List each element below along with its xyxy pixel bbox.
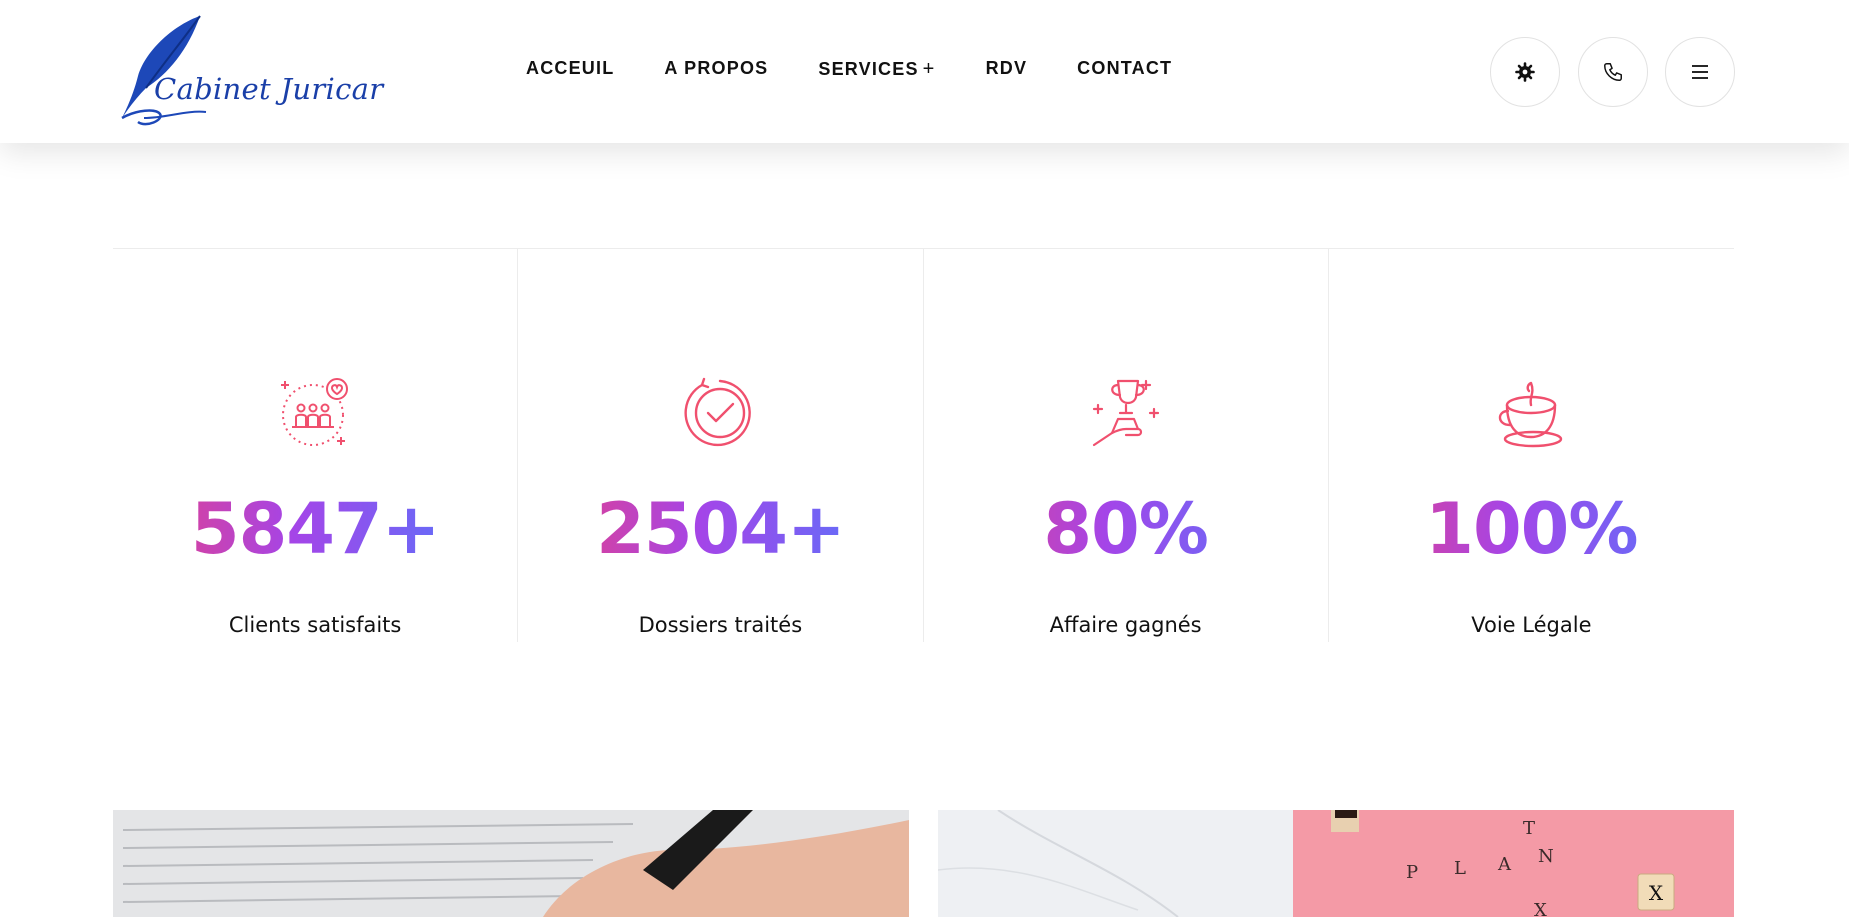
nav-label: RDV: [985, 58, 1028, 78]
check-circle-icon: [684, 377, 752, 447]
scrabble-plan-illustration: T P L A N X X: [938, 810, 1734, 917]
scrabble-plan-photo: T P L A N X X: [938, 810, 1734, 917]
trophy-hand-icon: [1092, 379, 1159, 447]
team-heart-icon: [281, 378, 349, 446]
stat-voie-legale: 100% Voie Légale: [1329, 249, 1734, 642]
nav-item-rdv[interactable]: RDV: [986, 58, 1028, 81]
menu-icon: [1692, 65, 1708, 79]
document-signing-illustration: [113, 810, 909, 917]
tile-letter: A: [1497, 854, 1512, 875]
tile-letter-x: X: [1649, 881, 1664, 905]
stat-label: Clients satisfaits: [228, 613, 402, 637]
nav-label: A PROPOS: [664, 58, 769, 78]
stats-section: 5847+ Clients satisfaits 2504+ Dossiers …: [113, 248, 1734, 642]
stat-label: Dossiers traités: [638, 613, 803, 637]
nav-item-acceuil[interactable]: ACCEUIL: [526, 58, 614, 81]
plus-icon: +: [922, 58, 936, 80]
main-nav: ACCEUIL A PROPOS SERVICES + RDV CONTACT: [526, 58, 1222, 81]
tile-letter: P: [1406, 862, 1418, 883]
nav-item-contact[interactable]: CONTACT: [1077, 58, 1172, 81]
stat-value: 80%: [924, 494, 1328, 564]
coffee-cup-icon: [1499, 381, 1563, 448]
phone-button[interactable]: [1578, 37, 1648, 107]
site-logo[interactable]: Cabinet Juricar: [116, 14, 383, 130]
nav-item-services[interactable]: SERVICES +: [818, 58, 935, 81]
stat-label: Affaire gagnés: [1049, 613, 1202, 637]
menu-button[interactable]: [1665, 37, 1735, 107]
tile-letter: L: [1454, 858, 1466, 879]
stat-value: 5847+: [113, 494, 517, 564]
site-header: Cabinet Juricar ACCEUIL A PROPOS SERVICE…: [0, 0, 1849, 143]
nav-label: CONTACT: [1077, 58, 1173, 78]
nav-label: SERVICES: [818, 59, 919, 79]
tile-letter: T: [1523, 818, 1535, 839]
stat-affaires: 80% Affaire gagnés: [924, 249, 1329, 642]
phone-icon: [1604, 63, 1622, 81]
stat-value: 2504+: [518, 494, 922, 564]
nav-item-a-propos[interactable]: A PROPOS: [664, 58, 768, 81]
stat-value: 100%: [1329, 494, 1734, 564]
gear-icon: [1515, 62, 1535, 82]
logo-text: Cabinet Juricar: [154, 72, 384, 106]
nav-label: ACCEUIL: [526, 58, 615, 78]
tile-letter: X: [1534, 900, 1547, 917]
stat-clients: 5847+ Clients satisfaits: [113, 249, 519, 642]
document-signing-photo: [113, 810, 909, 917]
stat-dossiers: 2504+ Dossiers traités: [518, 249, 924, 642]
tile-letter: N: [1538, 846, 1554, 867]
stat-label: Voie Légale: [1471, 613, 1592, 637]
settings-button[interactable]: [1490, 37, 1560, 107]
